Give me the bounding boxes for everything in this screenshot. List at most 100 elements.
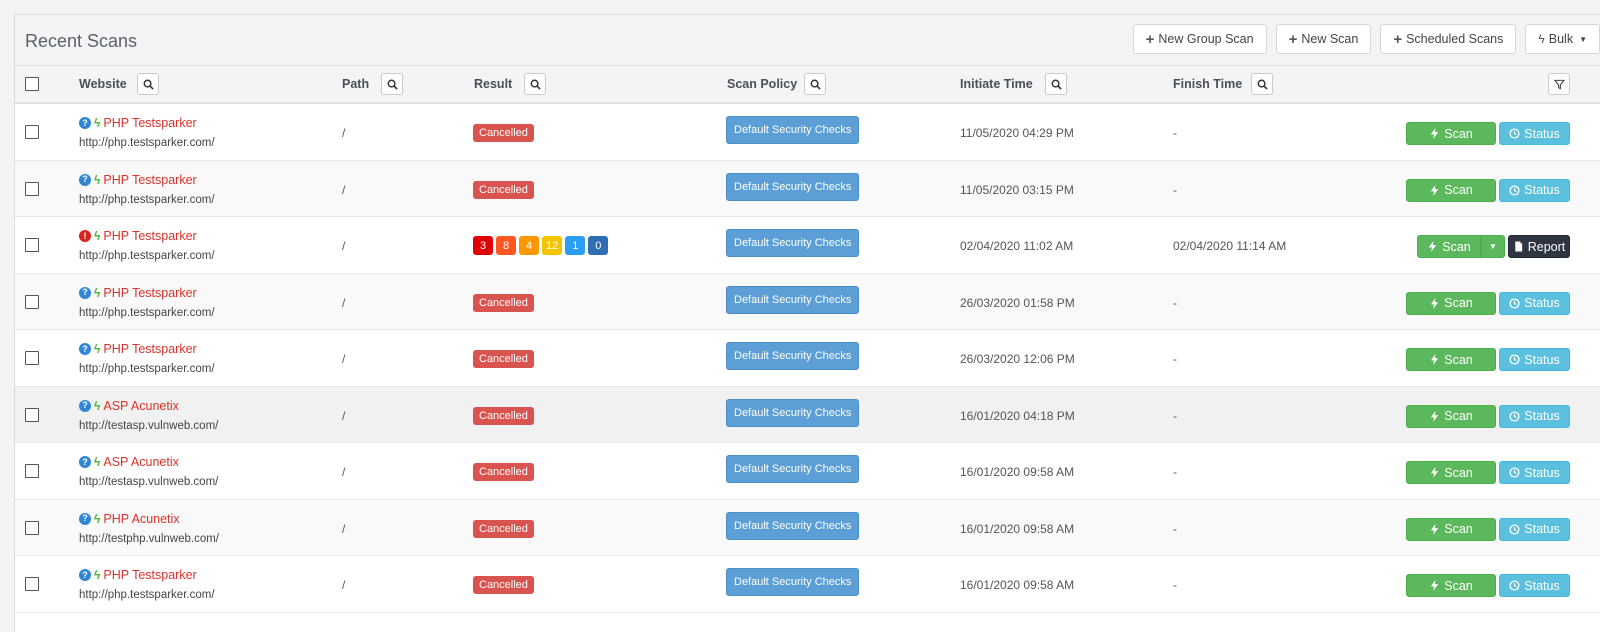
website-search-button[interactable]	[137, 73, 159, 95]
question-icon: ?	[79, 456, 91, 468]
path-value: /	[342, 352, 346, 366]
scan-policy-button[interactable]: Default Security Checks	[726, 568, 860, 596]
select-all-checkbox[interactable]	[25, 77, 39, 91]
website-url: http://testasp.vulnweb.com/	[79, 419, 219, 432]
status-button[interactable]: Status	[1499, 348, 1570, 371]
new-group-scan-button[interactable]: + New Group Scan	[1132, 24, 1267, 54]
path-value: /	[342, 578, 346, 592]
scan-button[interactable]: Scan	[1406, 348, 1496, 371]
column-filter-button[interactable]	[1548, 73, 1570, 95]
scan-policy-button[interactable]: Default Security Checks	[726, 398, 860, 427]
severity-counts: 3 8 4 12 1 0	[473, 236, 609, 255]
initiate-time-search-button[interactable]	[1045, 73, 1067, 95]
scan-policy-button[interactable]: Default Security Checks	[726, 285, 860, 314]
severity-badge: 8	[496, 236, 516, 255]
table-row: ? ϟ PHP Testsparker http://php.testspark…	[15, 330, 1600, 387]
row-checkbox[interactable]	[25, 577, 39, 591]
website-name-link[interactable]: PHP Testsparker	[103, 286, 196, 300]
new-group-scan-label: New Group Scan	[1158, 32, 1254, 46]
bolt-icon	[1431, 128, 1439, 139]
status-button[interactable]: Status	[1499, 517, 1570, 541]
scan-policy-button[interactable]: Default Security Checks	[726, 172, 860, 201]
scan-policy-button[interactable]: Default Security Checks	[726, 229, 860, 257]
scan-policy-search-button[interactable]	[804, 73, 826, 95]
filter-icon	[1553, 79, 1565, 90]
scan-button[interactable]: Scan	[1406, 122, 1496, 145]
report-button[interactable]: Report	[1508, 235, 1570, 258]
scan-button[interactable]: Scan	[1406, 404, 1496, 428]
initiate-time: 11/05/2020 04:29 PM	[960, 126, 1074, 140]
initiate-time: 26/03/2020 01:58 PM	[960, 295, 1075, 310]
row-actions: Scan ▼ Report	[1417, 235, 1570, 258]
caret-down-icon: ▼	[1579, 34, 1587, 44]
scan-label: Scan	[1444, 183, 1473, 197]
row-checkbox[interactable]	[25, 125, 39, 139]
status-badge: Cancelled	[473, 406, 534, 425]
scan-options-dropdown[interactable]: ▼	[1481, 235, 1505, 258]
result-search-button[interactable]	[524, 73, 546, 95]
header-toolbar: + New Group Scan + New Scan + Scheduled …	[1124, 24, 1600, 54]
row-actions: Scan Status	[1406, 291, 1570, 315]
bolt-icon: ϟ	[94, 229, 101, 243]
bolt-icon: ϟ	[94, 172, 101, 187]
scan-button[interactable]: Scan	[1406, 291, 1496, 315]
scan-policy-button[interactable]: Default Security Checks	[726, 342, 860, 370]
website-name-link[interactable]: PHP Testsparker	[103, 173, 196, 187]
website-name-link[interactable]: PHP Acunetix	[103, 512, 179, 526]
website-cell: ? ϟ ASP Acunetix	[79, 399, 179, 413]
plus-icon: +	[1288, 30, 1298, 48]
scan-label: Scan	[1444, 409, 1473, 423]
row-checkbox[interactable]	[25, 407, 39, 422]
website-name-link[interactable]: PHP Testsparker	[103, 568, 196, 582]
row-checkbox[interactable]	[25, 181, 39, 196]
website-name-link[interactable]: ASP Acunetix	[103, 455, 179, 469]
path-search-button[interactable]	[381, 73, 403, 95]
row-checkbox[interactable]	[25, 464, 39, 478]
status-button[interactable]: Status	[1499, 461, 1570, 484]
header-finish-time: Finish Time	[1173, 77, 1243, 91]
website-url: http://php.testsparker.com/	[79, 193, 215, 206]
bulk-dropdown-button[interactable]: ϟ Bulk ▼	[1525, 24, 1600, 54]
row-checkbox[interactable]	[25, 520, 39, 535]
website-name-link[interactable]: PHP Testsparker	[103, 116, 196, 130]
website-url: http://testphp.vulnweb.com/	[79, 532, 219, 545]
scan-policy-button[interactable]: Default Security Checks	[726, 116, 860, 144]
bolt-icon	[1429, 241, 1437, 252]
scan-button[interactable]: Scan	[1406, 461, 1496, 484]
status-button[interactable]: Status	[1499, 122, 1570, 145]
row-checkbox[interactable]	[25, 294, 39, 309]
scheduled-scans-button[interactable]: + Scheduled Scans	[1380, 24, 1517, 54]
scan-button[interactable]: Scan	[1406, 517, 1496, 541]
scan-button[interactable]: Scan	[1406, 574, 1496, 597]
header-initiate-time: Initiate Time	[960, 77, 1033, 91]
table-row: ? ϟ ASP Acunetix http://testasp.vulnweb.…	[15, 386, 1600, 443]
website-name-link[interactable]: PHP Testsparker	[103, 229, 196, 243]
status-button[interactable]: Status	[1499, 574, 1570, 597]
table-row: ? ϟ PHP Acunetix http://testphp.vulnweb.…	[15, 499, 1600, 556]
bolt-icon	[1431, 523, 1439, 535]
website-name-link[interactable]: ASP Acunetix	[103, 399, 179, 413]
status-button[interactable]: Status	[1499, 404, 1570, 428]
row-checkbox[interactable]	[25, 238, 39, 252]
scan-policy-button[interactable]: Default Security Checks	[726, 511, 860, 540]
row-checkbox[interactable]	[25, 351, 39, 365]
website-url: http://php.testsparker.com/	[79, 589, 215, 601]
scan-button[interactable]: Scan	[1406, 178, 1496, 202]
scan-button[interactable]: Scan	[1417, 235, 1481, 258]
new-scan-button[interactable]: + New Scan	[1275, 24, 1372, 54]
status-button[interactable]: Status	[1499, 178, 1570, 202]
status-button[interactable]: Status	[1499, 291, 1570, 315]
website-cell: ? ϟ PHP Acunetix	[79, 512, 180, 526]
scan-label: Scan	[1444, 352, 1473, 367]
initiate-time: 26/03/2020 12:06 PM	[960, 352, 1075, 366]
question-icon: ?	[79, 117, 91, 129]
path-value: /	[342, 295, 346, 310]
bolt-icon: ϟ	[1538, 32, 1545, 46]
finish-time-search-button[interactable]	[1251, 73, 1273, 95]
new-scan-label: New Scan	[1301, 32, 1359, 46]
finish-time: -	[1173, 465, 1177, 479]
finish-time: -	[1173, 408, 1177, 423]
initiate-time: 16/01/2020 09:58 AM	[960, 578, 1075, 592]
website-name-link[interactable]: PHP Testsparker	[103, 342, 196, 356]
scan-policy-button[interactable]: Default Security Checks	[726, 455, 860, 483]
